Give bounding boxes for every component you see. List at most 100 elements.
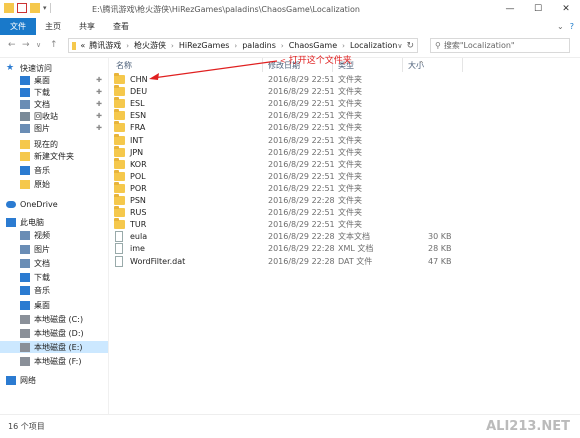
new-folder-icon[interactable] bbox=[30, 3, 40, 13]
file-name: WordFilter.dat bbox=[130, 256, 186, 266]
customize-toolbar-icon[interactable]: ▾ bbox=[43, 4, 47, 12]
sidebar-item[interactable]: 网络 bbox=[0, 374, 108, 386]
sidebar-item[interactable]: 新建文件夹 bbox=[0, 150, 108, 162]
sidebar-item[interactable]: 现在的 bbox=[0, 138, 108, 150]
pin-icon[interactable]: ✚ bbox=[96, 112, 102, 120]
file-row[interactable]: WordFilter.dat 2016/8/29 22:28 DAT 文件 47 KB bbox=[110, 255, 580, 268]
sidebar-item[interactable]: 文档 bbox=[0, 257, 108, 269]
file-row[interactable]: POR 2016/8/29 22:51 文件夹 bbox=[110, 181, 580, 195]
sidebar-item[interactable]: 本地磁盘 (E:) bbox=[0, 341, 108, 353]
file-row[interactable]: POL 2016/8/29 22:51 文件夹 bbox=[110, 169, 580, 183]
sidebar-item[interactable]: 回收站 ✚ bbox=[0, 110, 108, 122]
column-header-name[interactable]: 名称 bbox=[116, 60, 132, 72]
address-dropdown-icon[interactable]: ∨ bbox=[397, 42, 402, 50]
file-row[interactable]: ESN 2016/8/29 22:51 文件夹 bbox=[110, 109, 580, 122]
properties-icon[interactable] bbox=[17, 3, 27, 13]
sidebar-item[interactable]: ★ 快速访问 bbox=[0, 62, 108, 74]
file-row[interactable]: RUS 2016/8/29 22:51 文件夹 bbox=[110, 206, 580, 219]
back-arrow-icon[interactable]: ← bbox=[8, 40, 16, 50]
sidebar-item[interactable]: 音乐 bbox=[0, 284, 108, 296]
sidebar-item[interactable]: 本地磁盘 (C:) bbox=[0, 313, 108, 325]
file-row[interactable]: JPN 2016/8/29 22:51 文件夹 bbox=[110, 145, 580, 159]
chevron-right-icon[interactable]: › bbox=[281, 42, 284, 50]
file-row[interactable]: DEU 2016/8/29 22:51 文件夹 bbox=[110, 85, 580, 98]
chevron-right-icon[interactable]: › bbox=[126, 42, 129, 50]
file-row[interactable]: TUR 2016/8/29 22:51 文件夹 bbox=[110, 218, 580, 231]
breadcrumb-item[interactable]: 腾讯游戏 bbox=[89, 40, 121, 51]
pin-icon[interactable]: ✚ bbox=[96, 88, 102, 96]
chevron-right-icon[interactable]: › bbox=[342, 42, 345, 50]
breadcrumb-item[interactable]: ChaosGame bbox=[289, 41, 337, 50]
sidebar-item-label: 桌面 bbox=[34, 300, 50, 310]
drive-icon bbox=[20, 314, 30, 324]
sidebar-item[interactable]: OneDrive bbox=[0, 198, 108, 210]
file-type: 文件夹 bbox=[338, 75, 362, 84]
file-type: 文件夹 bbox=[338, 220, 362, 230]
sidebar-item-label: 音乐 bbox=[34, 285, 50, 295]
file-row[interactable]: eula 2016/8/29 22:28 文本文档 30 KB bbox=[110, 231, 580, 243]
sidebar-item-label: 下载 bbox=[34, 87, 50, 97]
file-type: 文件夹 bbox=[338, 135, 362, 145]
sidebar-item[interactable]: 图片 bbox=[0, 243, 108, 255]
folder-icon bbox=[72, 41, 77, 50]
file-row[interactable]: ime 2016/8/29 22:28 XML 文档 28 KB bbox=[110, 243, 580, 255]
breadcrumb-item[interactable]: paladins bbox=[242, 41, 276, 50]
file-row[interactable]: PSN 2016/8/29 22:28 文件夹 bbox=[110, 194, 580, 207]
expand-ribbon-icon[interactable]: ⌄ bbox=[557, 22, 564, 31]
sidebar-item[interactable]: 下载 bbox=[0, 271, 108, 283]
pin-icon[interactable]: ✚ bbox=[96, 100, 102, 108]
sidebar-item-label: 图片 bbox=[34, 244, 50, 254]
sidebar-item-label: 网络 bbox=[20, 375, 36, 385]
file-size: 47 KB bbox=[428, 256, 452, 266]
file-date: 2016/8/29 22:28 bbox=[268, 196, 335, 205]
file-row[interactable]: INT 2016/8/29 22:51 文件夹 bbox=[110, 133, 580, 147]
sidebar-item[interactable]: 文档 ✚ bbox=[0, 98, 108, 110]
search-input[interactable]: ⚲ 搜索"Localization" bbox=[430, 38, 570, 53]
chevron-right-icon[interactable]: › bbox=[234, 42, 237, 50]
file-name: INT bbox=[130, 135, 144, 145]
help-icon[interactable]: ? bbox=[570, 22, 574, 31]
sidebar-item[interactable]: 桌面 ✚ bbox=[0, 74, 108, 86]
column-divider[interactable] bbox=[402, 58, 403, 72]
file-row[interactable]: CHN 2016/8/29 22:51 文件夹 bbox=[110, 73, 580, 86]
forward-arrow-icon[interactable]: → bbox=[22, 40, 30, 50]
tab-view[interactable]: 查看 bbox=[104, 18, 138, 35]
breadcrumb-item[interactable]: Localization bbox=[350, 41, 397, 50]
maximize-button[interactable]: ☐ bbox=[524, 0, 552, 18]
up-arrow-icon[interactable]: ↑ bbox=[50, 40, 58, 50]
chevron-right-icon[interactable]: › bbox=[171, 42, 174, 50]
tab-share[interactable]: 共享 bbox=[70, 18, 104, 35]
address-bar[interactable]: « 腾讯游戏 › 枪火游侠 › HiRezGames › paladins › Chao… bbox=[68, 38, 418, 53]
breadcrumb-overflow[interactable]: « bbox=[80, 41, 85, 50]
file-row[interactable]: FRA 2016/8/29 22:51 文件夹 bbox=[110, 121, 580, 134]
breadcrumb-item[interactable]: HiRezGames bbox=[179, 41, 230, 50]
file-row[interactable]: ESL 2016/8/29 22:51 文件夹 bbox=[110, 97, 580, 110]
sidebar-item[interactable]: 下载 ✚ bbox=[0, 86, 108, 98]
tab-file[interactable]: 文件 bbox=[0, 18, 36, 35]
sidebar-item[interactable]: 此电脑 bbox=[0, 216, 108, 228]
file-row[interactable]: KOR 2016/8/29 22:51 文件夹 bbox=[110, 157, 580, 171]
tab-home[interactable]: 主页 bbox=[36, 18, 70, 35]
recent-locations-icon[interactable]: ∨ bbox=[36, 41, 41, 49]
sidebar-item-label: 新建文件夹 bbox=[34, 151, 74, 161]
sidebar-item[interactable]: 音乐 bbox=[0, 164, 108, 176]
sidebar-item[interactable]: 桌面 bbox=[0, 299, 108, 311]
sidebar-item-label: 回收站 bbox=[34, 111, 58, 121]
folder-icon bbox=[114, 73, 125, 84]
file-icon bbox=[115, 231, 123, 243]
sidebar-item[interactable]: 视频 bbox=[0, 229, 108, 241]
sidebar-item[interactable]: 原始 bbox=[0, 178, 108, 190]
sidebar-item[interactable]: 本地磁盘 (F:) bbox=[0, 355, 108, 367]
refresh-icon[interactable]: ↻ bbox=[406, 41, 414, 51]
sidebar-item[interactable]: 图片 ✚ bbox=[0, 122, 108, 134]
pin-icon[interactable]: ✚ bbox=[96, 124, 102, 132]
pin-icon[interactable]: ✚ bbox=[96, 76, 102, 84]
breadcrumb-item[interactable]: 枪火游侠 bbox=[134, 40, 166, 51]
download-icon bbox=[20, 272, 30, 282]
sidebar-item[interactable]: 本地磁盘 (D:) bbox=[0, 327, 108, 339]
minimize-button[interactable]: — bbox=[496, 0, 524, 18]
close-button[interactable]: ✕ bbox=[552, 0, 580, 18]
column-divider[interactable] bbox=[462, 58, 463, 72]
document-icon bbox=[20, 99, 30, 109]
sidebar-item-label: 文档 bbox=[34, 258, 50, 268]
